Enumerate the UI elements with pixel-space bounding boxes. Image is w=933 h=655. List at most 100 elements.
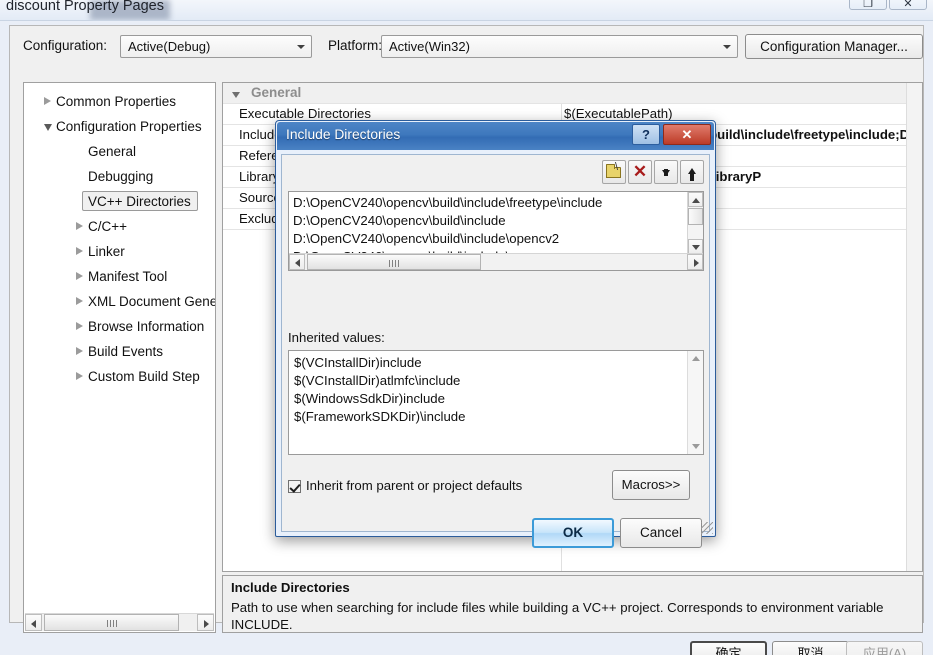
- window-close-button[interactable]: ✕: [889, 0, 927, 10]
- delete-button[interactable]: ✕: [628, 160, 652, 184]
- scroll-thumb[interactable]: [307, 254, 481, 270]
- chevron-down-icon[interactable]: [44, 124, 52, 131]
- dialog-cancel-button[interactable]: Cancel: [620, 518, 702, 548]
- sidebar-item-general[interactable]: General: [24, 139, 215, 164]
- move-up-button[interactable]: [680, 160, 704, 184]
- arrow-left-icon: [31, 620, 36, 628]
- delete-icon: ✕: [632, 162, 648, 181]
- move-up-icon: [688, 168, 696, 181]
- move-down-button[interactable]: [654, 160, 678, 184]
- sidebar-item-common-properties[interactable]: Common Properties: [24, 89, 215, 114]
- move-down-icon: [662, 169, 670, 176]
- properties-tree[interactable]: Common Properties Configuration Propertie…: [23, 82, 216, 633]
- scroll-right-button[interactable]: [687, 254, 703, 270]
- new-folder-button[interactable]: \: [602, 160, 626, 184]
- dialog-help-button[interactable]: ?: [632, 124, 660, 145]
- sidebar-item-browse-information[interactable]: Browse Information: [24, 314, 215, 339]
- include-directories-dialog: Include Directories ? ✕ \ ✕ D:\OpenCV240…: [275, 120, 716, 548]
- dialog-close-button[interactable]: ✕: [663, 124, 711, 145]
- scroll-thumb[interactable]: [44, 614, 179, 631]
- grid-category-row[interactable]: General: [223, 83, 907, 104]
- listbox-vertical-scrollbar[interactable]: [687, 192, 703, 254]
- window-restore-button[interactable]: ❐: [849, 0, 887, 10]
- chevron-right-icon[interactable]: [76, 272, 83, 280]
- scroll-up-button[interactable]: [688, 192, 703, 207]
- arrow-down-icon: [692, 245, 700, 250]
- inherited-list-item: $(WindowsSdkDir)include: [294, 391, 445, 406]
- grid-vertical-scrollbar[interactable]: [906, 83, 922, 571]
- window-titlebar: discount Property Pages ❐ ✕: [0, 0, 933, 20]
- scroll-thumb[interactable]: [688, 208, 703, 225]
- dialog-client-area: \ ✕ D:\OpenCV240\opencv\build\include\fr…: [281, 154, 710, 548]
- sidebar-item-label: Common Properties: [56, 94, 177, 109]
- inherited-vertical-scrollbar[interactable]: [687, 351, 703, 454]
- chevron-right-icon[interactable]: [76, 222, 83, 230]
- sidebar-item-vc-directories[interactable]: VC++ Directories: [24, 189, 215, 214]
- chevron-right-icon[interactable]: [76, 322, 83, 330]
- listbox-horizontal-scrollbar[interactable]: [289, 253, 703, 270]
- chevron-right-icon[interactable]: [76, 347, 83, 355]
- sidebar-item-build-events[interactable]: Build Events: [24, 339, 215, 364]
- scroll-down-button[interactable]: [688, 239, 703, 254]
- macros-button[interactable]: Macros>>: [612, 470, 690, 500]
- scroll-right-button[interactable]: [197, 614, 214, 631]
- platform-label: Platform:: [328, 38, 383, 53]
- sidebar-item-label: Custom Build Step: [88, 369, 200, 384]
- inherited-list-item: $(VCInstallDir)atlmfc\include: [294, 373, 461, 388]
- property-name: Executable Directories: [239, 106, 371, 121]
- configuration-value: Active(Debug): [128, 39, 211, 54]
- chevron-right-icon[interactable]: [76, 247, 83, 255]
- window-title: discount Property Pages: [6, 0, 164, 14]
- ok-button[interactable]: 确定: [690, 641, 767, 655]
- dialog-ok-button[interactable]: OK: [532, 518, 614, 548]
- chevron-right-icon[interactable]: [76, 372, 83, 380]
- property-value[interactable]: $(ExecutablePath): [564, 106, 909, 121]
- chevron-down-icon[interactable]: [292, 36, 310, 57]
- chevron-right-icon[interactable]: [76, 297, 83, 305]
- sidebar-item-label: Browse Information: [88, 319, 205, 334]
- configuration-combobox[interactable]: Active(Debug): [120, 35, 312, 58]
- sidebar-item-label: General: [88, 144, 137, 159]
- inherited-list-item: $(VCInstallDir)include: [294, 355, 422, 370]
- new-folder-icon: [606, 164, 621, 178]
- configuration-manager-button[interactable]: Configuration Manager...: [745, 34, 923, 59]
- tree-horizontal-scrollbar[interactable]: [25, 613, 214, 631]
- configuration-bar: Configuration: Active(Debug) Platform: A…: [10, 26, 923, 68]
- sidebar-item-label: Linker: [88, 244, 125, 259]
- arrow-left-icon: [295, 259, 300, 267]
- sidebar-item-c-c[interactable]: C/C++: [24, 214, 215, 239]
- inherited-values-label: Inherited values:: [288, 330, 385, 345]
- sidebar-item-configuration-properties[interactable]: Configuration Properties: [24, 114, 215, 139]
- sidebar-item-xml-document-generat[interactable]: XML Document Generat: [24, 289, 215, 314]
- scroll-left-button[interactable]: [25, 614, 42, 631]
- screen-root: discount Property Pages ❐ ✕ Configuratio…: [0, 0, 933, 655]
- list-item[interactable]: D:\OpenCV240\opencv\build\include\opencv…: [293, 230, 559, 248]
- arrow-down-icon: [692, 444, 700, 449]
- platform-value: Active(Win32): [389, 39, 470, 54]
- chevron-down-icon: [232, 92, 240, 98]
- description-title: Include Directories: [231, 580, 350, 595]
- inherited-list-item: $(FrameworkSDKDir)\include: [294, 409, 466, 424]
- sidebar-item-custom-build-step[interactable]: Custom Build Step: [24, 364, 215, 389]
- sidebar-item-linker[interactable]: Linker: [24, 239, 215, 264]
- chevron-down-icon[interactable]: [718, 36, 736, 57]
- description-text: Path to use when searching for include f…: [231, 600, 884, 632]
- scroll-left-button[interactable]: [289, 254, 305, 270]
- sparkle-icon: \: [615, 161, 619, 173]
- sidebar-item-manifest-tool[interactable]: Manifest Tool: [24, 264, 215, 289]
- cancel-button[interactable]: 取消: [772, 641, 849, 655]
- directories-listbox[interactable]: D:\OpenCV240\opencv\build\include\freety…: [288, 191, 704, 271]
- inherit-checkbox[interactable]: [288, 480, 301, 493]
- sidebar-item-label: Build Events: [88, 344, 164, 359]
- list-item[interactable]: D:\OpenCV240\opencv\build\include\freety…: [293, 194, 602, 212]
- arrow-right-icon: [694, 259, 699, 267]
- sidebar-item-debugging[interactable]: Debugging: [24, 164, 215, 189]
- sidebar-item-label: Manifest Tool: [88, 269, 168, 284]
- platform-combobox[interactable]: Active(Win32): [381, 35, 738, 58]
- arrow-up-icon: [692, 356, 700, 361]
- resize-grip-icon[interactable]: [701, 522, 713, 534]
- sidebar-item-label: Configuration Properties: [56, 119, 202, 134]
- list-item[interactable]: D:\OpenCV240\opencv\build\include: [293, 212, 506, 230]
- configuration-label: Configuration:: [23, 38, 108, 53]
- chevron-right-icon[interactable]: [44, 97, 51, 105]
